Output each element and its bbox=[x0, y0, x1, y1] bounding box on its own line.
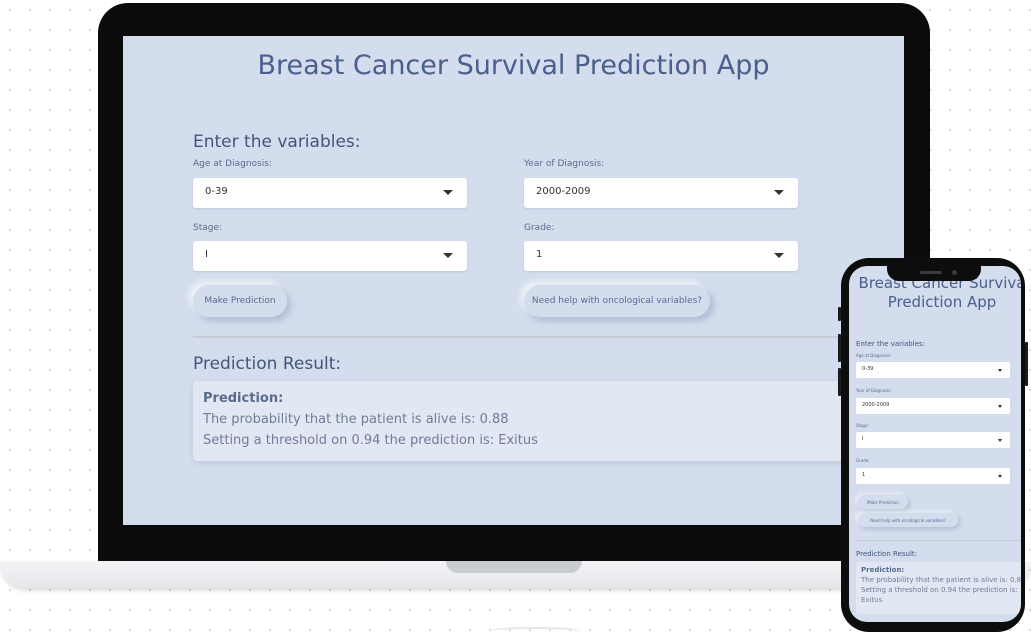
prediction-result-card: Prediction: The probability that the pat… bbox=[193, 381, 904, 461]
grade-select-value: 1 bbox=[536, 249, 543, 260]
mobile-year-select[interactable]: 2000-2009 bbox=[856, 398, 1010, 414]
chevron-down-icon bbox=[998, 369, 1002, 372]
make-prediction-button[interactable]: Make Prediction bbox=[193, 285, 287, 317]
year-label: Year of Diagnosis: bbox=[524, 159, 605, 169]
age-label: Age at Diagnosis: bbox=[193, 159, 272, 169]
page-title: Breast Cancer Survival Prediction App bbox=[257, 50, 770, 81]
mobile-threshold-text: Setting a threshold on 0.94 the predicti… bbox=[861, 586, 1018, 594]
grade-label: Grade: bbox=[524, 223, 555, 233]
mobile-grade-select[interactable]: 1 bbox=[856, 468, 1010, 484]
laptop-hinge-notch bbox=[446, 561, 582, 573]
mobile-stage-select-value: I bbox=[862, 436, 864, 442]
stage-select-value: I bbox=[205, 249, 208, 260]
result-section-title: Prediction Result: bbox=[193, 354, 342, 374]
mobile-stage-select[interactable]: I bbox=[856, 432, 1010, 448]
stage-select[interactable]: I bbox=[193, 241, 467, 271]
chevron-down-icon bbox=[998, 439, 1002, 442]
mobile-section-divider bbox=[856, 540, 1021, 541]
mobile-age-select[interactable]: 0-39 bbox=[856, 362, 1010, 378]
threshold-text: Setting a threshold on 0.94 the predicti… bbox=[203, 433, 538, 448]
laptop-screen: Breast Cancer Survival Prediction App En… bbox=[123, 36, 904, 525]
mobile-result-section-title: Prediction Result: bbox=[856, 550, 917, 558]
stage-label: Stage: bbox=[193, 223, 223, 233]
chevron-down-icon bbox=[443, 190, 453, 195]
chevron-down-icon bbox=[774, 190, 784, 195]
form-section-title: Enter the variables: bbox=[193, 132, 361, 152]
age-select[interactable]: 0-39 bbox=[193, 178, 467, 208]
prediction-heading: Prediction: bbox=[203, 391, 284, 406]
mobile-year-label: Year of Diagnosis: bbox=[856, 388, 892, 393]
phone-speaker bbox=[920, 271, 942, 274]
chevron-down-icon bbox=[774, 253, 784, 258]
mobile-probability-text: The probability that the patient is aliv… bbox=[861, 576, 1021, 584]
phone-screen: Breast Cancer Surviva Prediction App Ent… bbox=[849, 266, 1021, 622]
phone-camera bbox=[952, 270, 957, 275]
mobile-threshold-text-continued: Exitus bbox=[861, 596, 883, 604]
mobile-grade-label: Grade: bbox=[856, 458, 870, 463]
mobile-stage-label: Stage: bbox=[856, 423, 869, 428]
mobile-prediction-result-card: Prediction: The probability that the pat… bbox=[856, 562, 1021, 614]
mobile-help-button[interactable]: Need help with oncological variables? bbox=[858, 513, 958, 527]
mobile-age-select-value: 0-39 bbox=[862, 366, 874, 372]
mobile-age-label: Age at Diagnosis: bbox=[856, 353, 892, 358]
chevron-down-icon bbox=[443, 253, 453, 258]
chevron-down-icon bbox=[998, 475, 1002, 478]
mobile-form-section-title: Enter the variables: bbox=[856, 340, 925, 348]
grade-select[interactable]: 1 bbox=[524, 241, 798, 271]
mobile-year-select-value: 2000-2009 bbox=[862, 402, 890, 408]
help-button[interactable]: Need help with oncological variables? bbox=[524, 285, 710, 317]
chevron-down-icon bbox=[998, 405, 1002, 408]
year-select-value: 2000-2009 bbox=[536, 186, 591, 197]
mobile-title-line-2: Prediction App bbox=[887, 293, 997, 311]
age-select-value: 0-39 bbox=[205, 186, 228, 197]
phone-power-button bbox=[1025, 342, 1028, 386]
mobile-prediction-heading: Prediction: bbox=[861, 566, 905, 574]
mobile-make-prediction-button[interactable]: Make Prediction bbox=[858, 495, 908, 509]
section-divider bbox=[193, 336, 904, 338]
year-select[interactable]: 2000-2009 bbox=[524, 178, 798, 208]
mobile-grade-select-value: 1 bbox=[862, 472, 866, 478]
laptop-foot bbox=[488, 627, 580, 635]
probability-text: The probability that the patient is aliv… bbox=[203, 412, 509, 427]
